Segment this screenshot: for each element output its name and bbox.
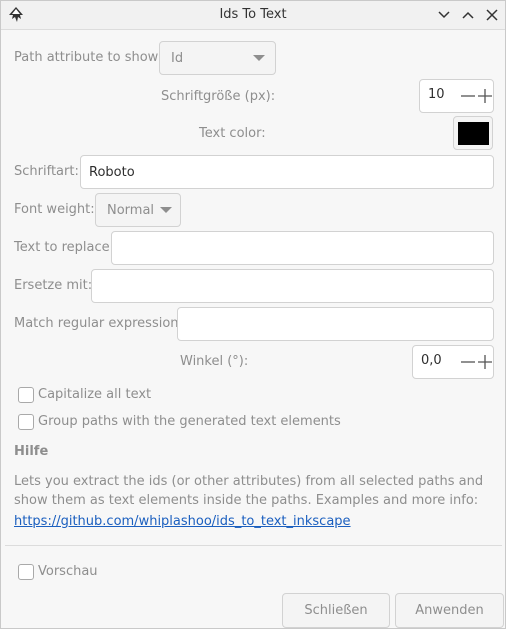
separator (5, 545, 502, 546)
match-regex-label: Match regular expression: (14, 316, 183, 331)
path-attribute-value: Id (171, 50, 184, 66)
text-to-replace-input[interactable] (111, 231, 494, 265)
title-bar[interactable]: Ids To Text (1, 1, 505, 30)
font-weight-select[interactable]: Normal (95, 193, 181, 227)
apply-button[interactable]: Anwenden (395, 593, 504, 628)
minimize-icon[interactable] (435, 6, 453, 24)
close-icon[interactable] (483, 6, 501, 24)
font-weight-value: Normal (107, 202, 155, 218)
text-color-button[interactable] (453, 116, 493, 150)
font-family-value: Roboto (89, 164, 135, 180)
font-family-input[interactable]: Roboto (80, 155, 494, 189)
text-color-label: Text color: (199, 126, 266, 141)
font-size-spinner[interactable]: 10 (419, 79, 494, 113)
color-swatch (458, 122, 489, 145)
preview-label[interactable]: Vorschau (38, 564, 98, 579)
replace-with-input[interactable] (91, 269, 494, 303)
minus-icon[interactable] (460, 354, 476, 370)
chevron-down-icon (160, 207, 172, 213)
maximize-icon[interactable] (459, 6, 477, 24)
chevron-down-icon (253, 55, 265, 61)
angle-spinner[interactable]: 0,0 (412, 345, 494, 379)
plus-icon[interactable] (477, 88, 493, 104)
plus-icon[interactable] (477, 354, 493, 370)
group-paths-checkbox[interactable] (18, 414, 34, 430)
help-link[interactable]: https://github.com/whiplashoo/ids_to_tex… (14, 514, 351, 529)
dialog-window: Ids To Text Path attribute to show: Id S… (0, 0, 506, 629)
help-heading: Hilfe (14, 444, 49, 459)
angle-value: 0,0 (421, 353, 442, 368)
replace-with-label: Ersetze mit: (14, 278, 93, 293)
preview-checkbox[interactable] (18, 564, 34, 580)
close-button[interactable]: Schließen (282, 593, 390, 628)
font-size-label: Schriftgröße (px): (161, 89, 276, 104)
capitalize-label[interactable]: Capitalize all text (38, 387, 151, 402)
window-title: Ids To Text (219, 7, 287, 22)
font-weight-label: Font weight: (14, 202, 95, 217)
text-to-replace-label: Text to replace: (14, 240, 115, 255)
help-description: Lets you extract the ids (or other attri… (14, 474, 484, 508)
minus-icon[interactable] (460, 88, 476, 104)
angle-label: Winkel (°): (180, 354, 249, 369)
font-family-label: Schriftart: (14, 164, 79, 179)
font-size-value: 10 (428, 87, 445, 102)
group-paths-label[interactable]: Group paths with the generated text elem… (38, 414, 341, 429)
path-attribute-label: Path attribute to show: (14, 50, 162, 65)
match-regex-input[interactable] (177, 307, 494, 341)
capitalize-checkbox[interactable] (18, 387, 34, 403)
path-attribute-select[interactable]: Id (159, 41, 276, 75)
